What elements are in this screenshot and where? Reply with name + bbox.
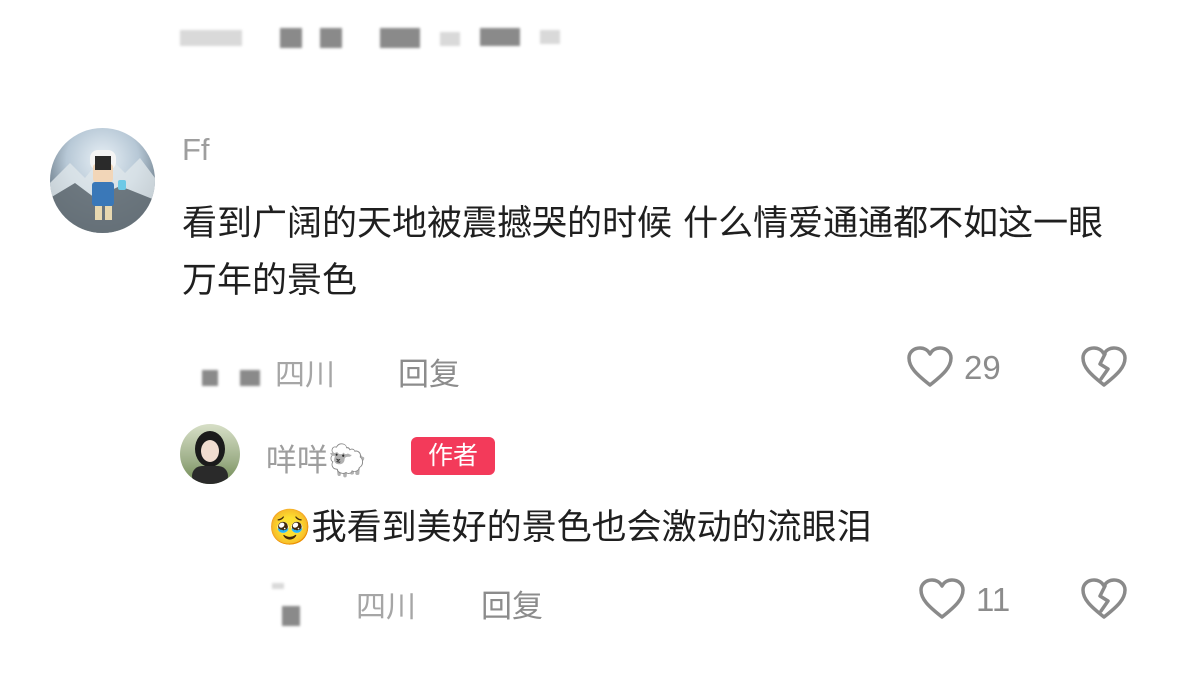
reply-button[interactable]: 回复 [481,581,543,626]
comment-text: 看到广阔的天地被震撼哭的时候 什么情爱通通都不如这一眼万年的景色 [182,204,1104,301]
avatar[interactable] [50,128,155,233]
comment-username[interactable]: Ff [182,132,210,168]
broken-heart-icon [1081,346,1127,387]
pleading-face-icon: 🥹 [268,508,312,548]
like-count: 29 [964,349,1001,386]
broken-heart-icon [1081,578,1127,619]
reply-avatar[interactable] [180,424,240,484]
dislike-button[interactable] [1080,345,1128,389]
heart-outline-icon [907,346,953,387]
comment-location: 四川 [275,358,335,393]
reply-button[interactable]: 回复 [398,349,460,394]
avatar-portrait-icon [192,431,228,484]
like-button[interactable] [906,345,954,389]
sheep-emoji-icon: 🐑 [328,443,367,478]
dislike-button[interactable] [1080,577,1128,621]
like-count: 11 [976,581,1011,618]
reply-location: 四川 [356,590,416,625]
reply-username[interactable]: 咩咩🐑 [266,435,367,480]
like-button[interactable] [918,577,966,621]
reply-username-text: 咩咩 [266,443,328,478]
author-badge: 作者 [411,437,495,475]
reply-text-body: 我看到美好的景色也会激动的流眼泪 [311,508,872,548]
avatar-character-icon [50,150,155,233]
reply-text: 🥹我看到美好的景色也会激动的流眼泪 [268,500,1068,557]
heart-outline-icon [919,578,965,619]
